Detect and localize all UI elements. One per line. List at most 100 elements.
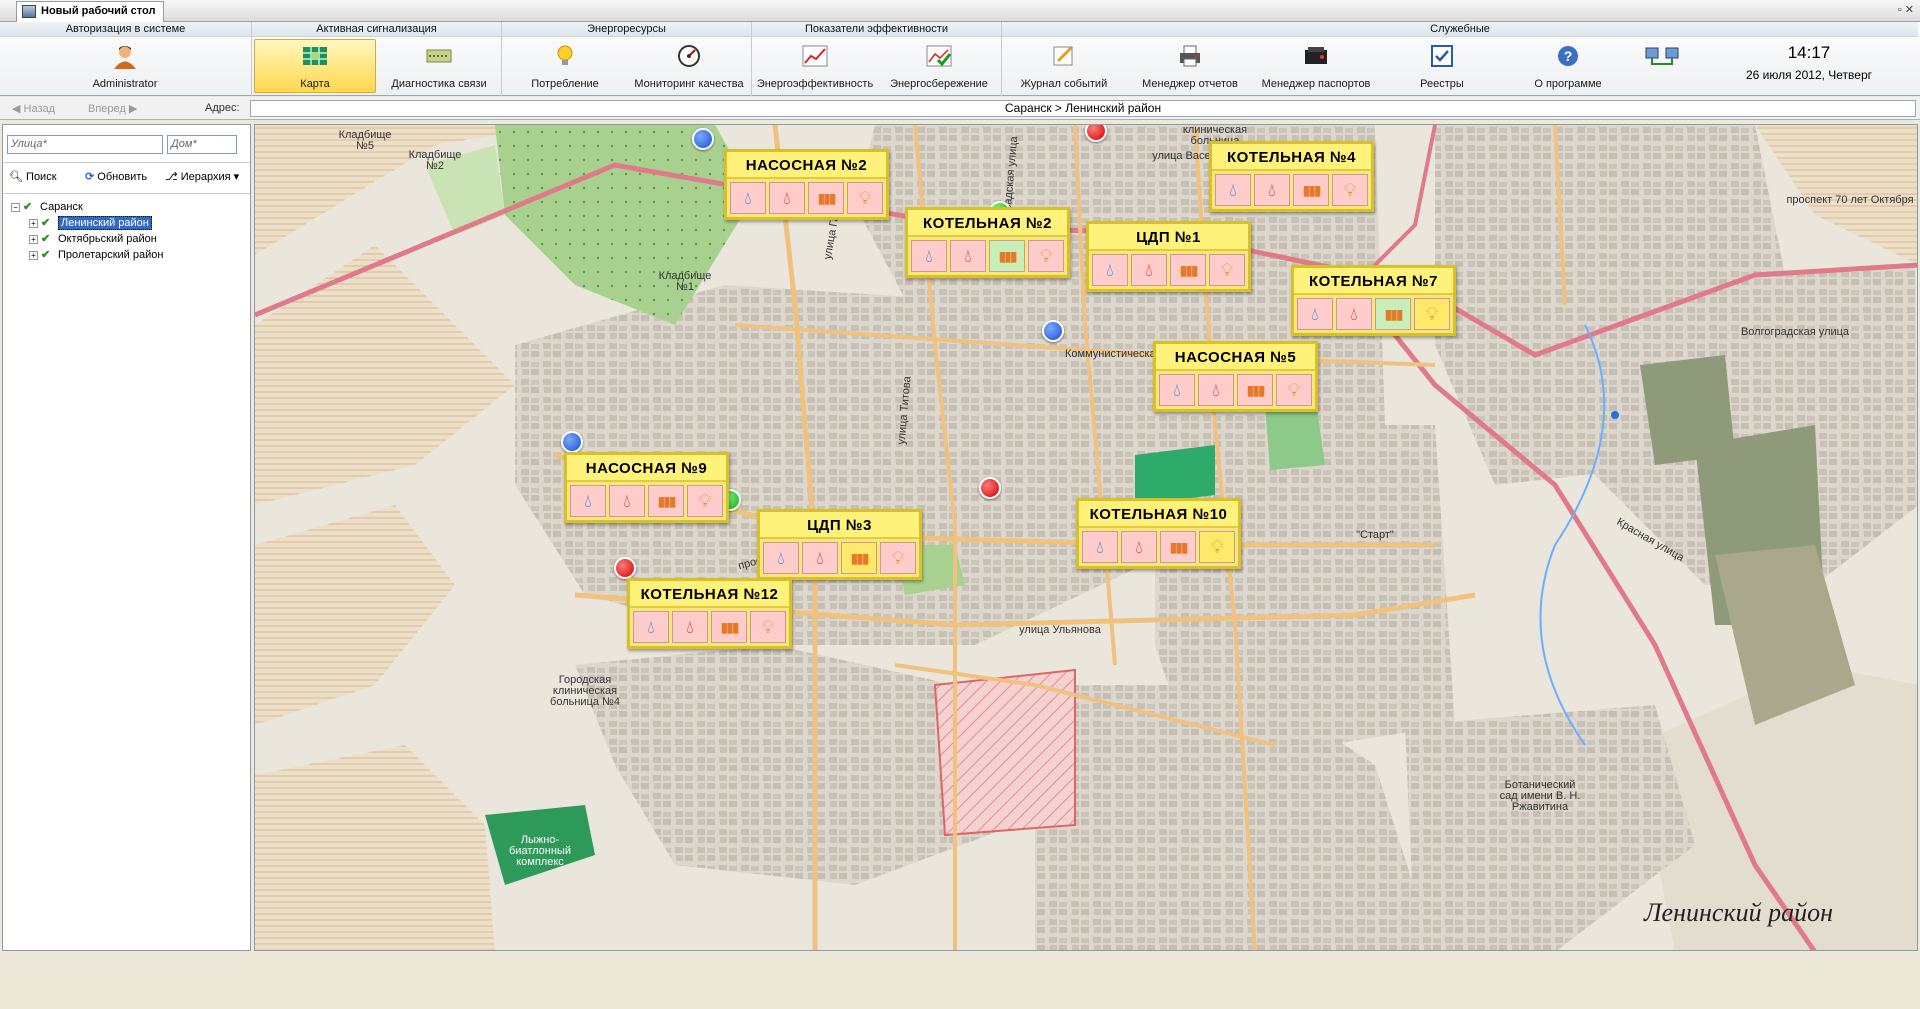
- tree-node-leninsky[interactable]: + ✔ Ленинский район: [11, 215, 163, 231]
- divider: [3, 193, 250, 194]
- marker-pump-5[interactable]: [1042, 320, 1064, 342]
- back-button[interactable]: ◀ Назад: [12, 102, 55, 115]
- user-button[interactable]: Administrator: [60, 39, 190, 93]
- gas-bulb-icon[interactable]: 💡︎: [880, 542, 916, 574]
- reports-manager-label: Менеджер отчетов: [1142, 78, 1238, 90]
- energy-efficiency-button[interactable]: Энергоэффективность: [754, 39, 876, 93]
- reports-manager-button[interactable]: Менеджер отчетов: [1128, 39, 1252, 93]
- gas-bulb-icon[interactable]: 💡︎: [687, 485, 723, 517]
- radiator-icon[interactable]: ▮▮▮: [989, 240, 1025, 272]
- heat-drop-icon[interactable]: 💧︎: [1198, 374, 1234, 406]
- expand-icon[interactable]: +: [29, 218, 38, 228]
- water-drop-icon[interactable]: 💧︎: [911, 240, 947, 272]
- quality-button[interactable]: Мониторинг качества: [628, 39, 750, 93]
- gas-bulb-icon[interactable]: 💡︎: [1209, 254, 1245, 286]
- object-title: ЦДП №1: [1089, 224, 1248, 251]
- heat-drop-icon[interactable]: 💧︎: [609, 485, 645, 517]
- gas-bulb-icon[interactable]: 💡︎: [1276, 374, 1312, 406]
- water-drop-icon[interactable]: 💧︎: [1092, 254, 1128, 286]
- heat-drop-icon[interactable]: 💧︎: [1121, 531, 1157, 563]
- hierarchy-dropdown[interactable]: ⎇ Иерархия ▾: [165, 166, 239, 188]
- object-card-boiler-12[interactable]: КОТЕЛЬНАЯ №12 💧︎ 💧︎ ▮▮▮ 💡︎: [627, 578, 792, 649]
- radiator-icon[interactable]: ▮▮▮: [648, 485, 684, 517]
- water-drop-icon[interactable]: 💧︎: [1297, 298, 1333, 330]
- gas-bulb-icon[interactable]: 💡︎: [1414, 298, 1450, 330]
- network-status-button[interactable]: [1632, 39, 1696, 93]
- passports-manager-label: Менеджер паспортов: [1261, 78, 1371, 90]
- passports-manager-button[interactable]: Менеджер паспортов: [1254, 39, 1378, 93]
- heat-drop-icon[interactable]: 💧︎: [950, 240, 986, 272]
- tab-desktop[interactable]: Новый рабочий стол: [16, 1, 165, 22]
- object-card-pump-5[interactable]: НАСОСНАЯ №5 💧︎ 💧︎ ▮▮▮ 💡︎: [1153, 341, 1318, 412]
- gas-bulb-icon[interactable]: 💡︎: [1332, 174, 1368, 206]
- tree-node-oktyabrsky[interactable]: + ✔ Октябрьский район: [11, 231, 163, 247]
- radiator-icon[interactable]: ▮▮▮: [1170, 254, 1206, 286]
- radiator-icon[interactable]: ▮▮▮: [711, 611, 747, 643]
- expand-icon[interactable]: +: [29, 234, 38, 244]
- water-drop-icon[interactable]: 💧︎: [1159, 374, 1195, 406]
- object-card-boiler-10[interactable]: КОТЕЛЬНАЯ №10 💧︎ 💧︎ ▮▮▮ 💡︎: [1076, 498, 1241, 569]
- object-card-boiler-2[interactable]: КОТЕЛЬНАЯ №2 💧︎ 💧︎ ▮▮▮ 💡︎: [905, 207, 1070, 278]
- registries-button[interactable]: Реестры: [1380, 39, 1504, 93]
- object-card-pump-2[interactable]: НАСОСНАЯ №2 💧︎ 💧︎ ▮▮▮ 💡︎: [724, 149, 889, 220]
- water-drop-icon[interactable]: 💧︎: [570, 485, 606, 517]
- heat-drop-icon[interactable]: 💧︎: [1254, 174, 1290, 206]
- tree-node-label: Октябрьский район: [58, 233, 157, 245]
- radiator-icon[interactable]: ▮▮▮: [1293, 174, 1329, 206]
- object-title: НАСОСНАЯ №5: [1156, 344, 1315, 371]
- water-drop-icon[interactable]: 💧︎: [763, 542, 799, 574]
- object-card-cdp-1[interactable]: ЦДП №1 💧︎ 💧︎ ▮▮▮ 💡︎: [1086, 221, 1251, 292]
- radiator-icon[interactable]: ▮▮▮: [1375, 298, 1411, 330]
- marker-boiler-12[interactable]: [614, 557, 636, 579]
- group-energy-title: Энергоресурсы: [502, 22, 751, 37]
- gas-bulb-icon[interactable]: 💡︎: [1028, 240, 1064, 272]
- heat-drop-icon[interactable]: 💧︎: [1336, 298, 1372, 330]
- check-icon: ✔: [41, 232, 51, 245]
- address-field[interactable]: Саранск > Ленинский район: [250, 100, 1916, 117]
- object-card-pump-9[interactable]: НАСОСНАЯ №9 💧︎ 💧︎ ▮▮▮ 💡︎: [564, 452, 729, 523]
- refresh-button[interactable]: ⟳ Обновить: [85, 166, 147, 188]
- expand-icon[interactable]: +: [29, 250, 38, 260]
- search-button[interactable]: 🔍︎ Поиск: [9, 166, 57, 188]
- tree-node-root[interactable]: − ✔ Саранск: [11, 199, 163, 215]
- gas-bulb-icon[interactable]: 💡︎: [1199, 531, 1235, 563]
- marker-boiler-10[interactable]: [979, 477, 1001, 499]
- object-card-cdp-3[interactable]: ЦДП №3 💧︎ 💧︎ ▮▮▮ 💡︎: [757, 509, 922, 580]
- water-drop-icon[interactable]: 💧︎: [1082, 531, 1118, 563]
- marker-pump-2[interactable]: [692, 128, 714, 150]
- map-icon: [302, 44, 328, 68]
- group-efficiency-title: Показатели эффективности: [752, 22, 1001, 37]
- tree-node-label: Пролетарский район: [58, 249, 164, 261]
- street-input[interactable]: Улица*: [7, 135, 163, 154]
- heat-drop-icon[interactable]: 💧︎: [802, 542, 838, 574]
- water-drop-icon[interactable]: 💧︎: [730, 182, 766, 214]
- heat-drop-icon[interactable]: 💧︎: [769, 182, 805, 214]
- city-map[interactable]: Кладбище №5 Кладбище №2 Кладбище №1 клин…: [254, 124, 1918, 951]
- events-log-button[interactable]: Журнал событий: [1002, 39, 1126, 93]
- water-drop-icon[interactable]: 💧︎: [1215, 174, 1251, 206]
- radiator-icon[interactable]: ▮▮▮: [1237, 374, 1273, 406]
- marker-pump-9[interactable]: [561, 431, 583, 453]
- radiator-icon[interactable]: ▮▮▮: [808, 182, 844, 214]
- gas-bulb-icon[interactable]: 💡︎: [847, 182, 883, 214]
- forward-button[interactable]: Вперед ▶: [88, 102, 137, 115]
- radiator-icon[interactable]: ▮▮▮: [1160, 531, 1196, 563]
- object-card-boiler-4[interactable]: КОТЕЛЬНАЯ №4 💧︎ 💧︎ ▮▮▮ 💡︎: [1209, 141, 1374, 212]
- energy-saving-button[interactable]: Энергосбережение: [878, 39, 1000, 93]
- window-controls[interactable]: ▫ ✕: [1898, 3, 1914, 16]
- heat-drop-icon[interactable]: 💧︎: [672, 611, 708, 643]
- map-button[interactable]: Карта: [254, 39, 376, 93]
- gas-bulb-icon[interactable]: 💡︎: [750, 611, 786, 643]
- map-label-street-volgograd: Волгоградская улица: [1740, 326, 1850, 338]
- collapse-icon[interactable]: −: [11, 202, 20, 212]
- object-card-boiler-7[interactable]: КОТЕЛЬНАЯ №7 💧︎ 💧︎ ▮▮▮ 💡︎: [1291, 265, 1456, 336]
- consumption-button[interactable]: Потребление: [504, 39, 626, 93]
- radiator-icon[interactable]: ▮▮▮: [841, 542, 877, 574]
- tree-node-proletarsky[interactable]: + ✔ Пролетарский район: [11, 247, 163, 263]
- ribbon-toolbar: Авторизация в системе Administrator Акти…: [0, 22, 1920, 96]
- diagnostics-button[interactable]: Диагностика связи: [378, 39, 500, 93]
- about-button[interactable]: ? О программе: [1506, 39, 1630, 93]
- heat-drop-icon[interactable]: 💧︎: [1131, 254, 1167, 286]
- water-drop-icon[interactable]: 💧︎: [633, 611, 669, 643]
- house-input[interactable]: Дом*: [167, 135, 237, 154]
